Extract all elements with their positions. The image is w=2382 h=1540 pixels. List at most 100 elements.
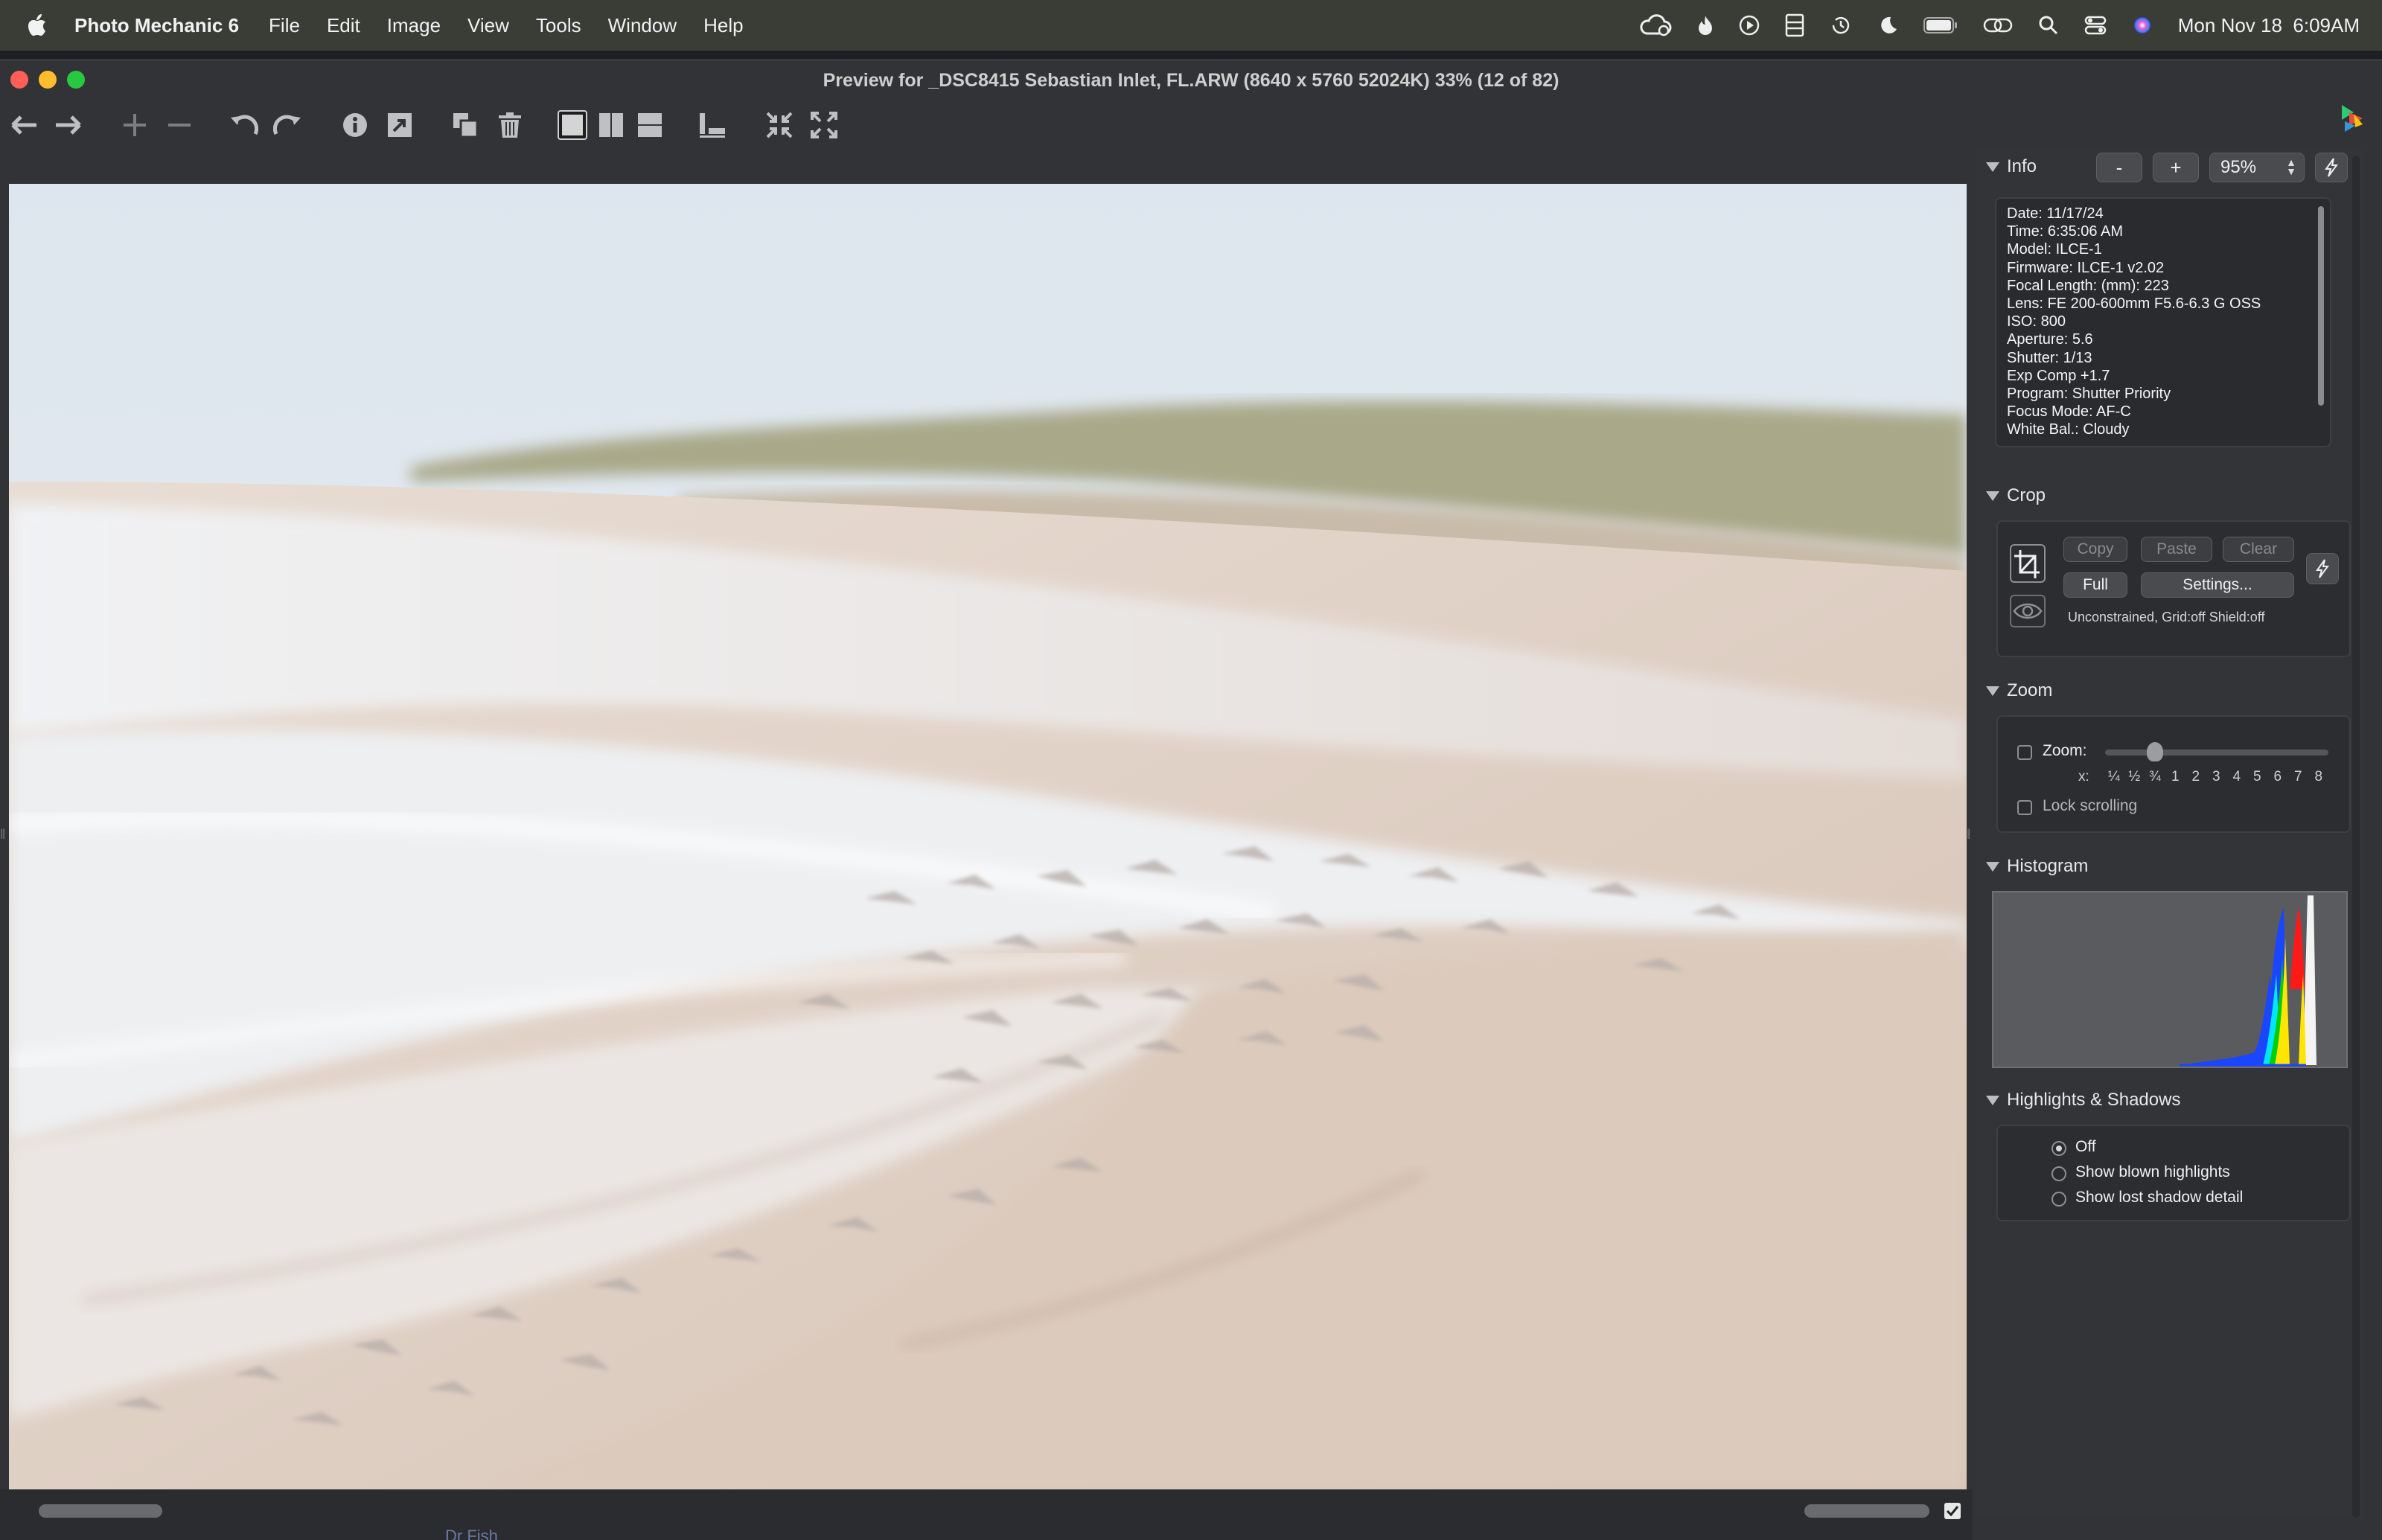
zoom-checkbox[interactable] xyxy=(2017,745,2032,760)
preview-bottom-bar: Dr Fish xyxy=(0,1489,1973,1540)
plus-icon[interactable] xyxy=(116,106,153,144)
siri-icon[interactable] xyxy=(2132,15,2153,36)
side-by-side-icon[interactable] xyxy=(593,106,630,144)
minus-icon[interactable] xyxy=(161,106,198,144)
histogram-section-header[interactable]: Histogram xyxy=(1986,854,2088,879)
highlights-section-header[interactable]: Highlights & Shadows xyxy=(1986,1087,2180,1113)
photo-preview[interactable] xyxy=(9,184,1967,1489)
align-icon[interactable] xyxy=(694,106,731,144)
disclosure-triangle-icon xyxy=(1986,162,1999,172)
crop-tool-icon[interactable] xyxy=(2010,544,2046,583)
clock[interactable]: Mon Nov 18 6:09AM xyxy=(2178,14,2360,37)
crop-section-header[interactable]: Crop xyxy=(1986,483,2046,508)
metadata-line: White Bal.: Cloudy xyxy=(2007,421,2130,438)
info-lightning-button[interactable] xyxy=(2315,153,2348,182)
app-name-menu[interactable]: Photo Mechanic 6 xyxy=(74,14,239,37)
menu-window[interactable]: Window xyxy=(608,14,677,37)
crop-copy-button[interactable]: Copy xyxy=(2063,537,2127,562)
menu-image[interactable]: Image xyxy=(387,14,441,37)
panel-scrollbar[interactable] xyxy=(2352,156,2360,1518)
battery-icon[interactable] xyxy=(1923,16,1958,34)
apple-menu-icon[interactable] xyxy=(0,14,74,36)
disclosure-triangle-icon xyxy=(1986,1095,1999,1105)
zoom-scale-label: 4 xyxy=(2232,769,2241,785)
zoom-box: Zoom: x: ¼½¾12345678 Lock scrolling xyxy=(1996,715,2351,833)
flame-icon[interactable] xyxy=(1697,14,1714,36)
lightning-icon xyxy=(2325,158,2338,177)
lock-scrolling-checkbox[interactable] xyxy=(2017,800,2032,815)
info-icon[interactable] xyxy=(336,106,374,144)
hidden-window-label: Dr Fish xyxy=(445,1527,498,1540)
trash-icon[interactable] xyxy=(491,106,529,144)
info-zoom-out-button[interactable]: - xyxy=(2096,153,2142,182)
left-resize-handle[interactable]: ‖ xyxy=(0,827,6,842)
metadata-line: Focus Mode: AF-C xyxy=(2007,403,2131,421)
metadata-scrollbar[interactable] xyxy=(2318,206,2324,406)
radio-off[interactable] xyxy=(2051,1141,2066,1156)
lock-scrolling-label: Lock scrolling xyxy=(2043,797,2138,814)
horizontal-scrollbar-left[interactable] xyxy=(39,1504,162,1518)
horizontal-scrollbar-right[interactable] xyxy=(1804,1504,1929,1518)
zoom-slider-track[interactable] xyxy=(2105,750,2328,755)
zoom-scale-label: ¾ xyxy=(2148,769,2161,785)
crop-paste-button[interactable]: Paste xyxy=(2141,537,2212,562)
radio-blown-highlights[interactable] xyxy=(2051,1166,2066,1181)
crop-lightning-button[interactable] xyxy=(2306,553,2339,584)
single-view-icon[interactable] xyxy=(554,106,591,144)
crop-clear-button[interactable]: Clear xyxy=(2223,537,2294,562)
info-header-label: Info xyxy=(2007,156,2037,176)
highlights-box: Off Show blown highlights Show lost shad… xyxy=(1996,1125,2351,1221)
menu-help[interactable]: Help xyxy=(703,14,743,37)
metadata-line: Time: 6:35:06 AM xyxy=(2007,223,2123,240)
link-icon[interactable] xyxy=(1983,15,2013,36)
stacked-view-icon[interactable] xyxy=(631,106,668,144)
fit-icon[interactable] xyxy=(761,106,798,144)
control-center-icon[interactable] xyxy=(2084,15,2107,36)
metadata-box[interactable]: Date: 11/17/24 Time: 6:35:06 AM Model: ILC… xyxy=(1995,197,2331,447)
metadata-line: Firmware: ILCE-1 v2.02 xyxy=(2007,259,2165,276)
zoom-section-header[interactable]: Zoom xyxy=(1986,678,2052,703)
menu-view[interactable]: View xyxy=(467,14,509,37)
film-icon[interactable] xyxy=(1785,13,1804,37)
histogram-header-label: Histogram xyxy=(2007,856,2089,876)
search-icon[interactable] xyxy=(2038,15,2059,36)
crop-preview-eye-icon[interactable] xyxy=(2010,595,2046,627)
crop-full-button[interactable]: Full xyxy=(2063,572,2127,598)
panel-splitter[interactable]: ‖ xyxy=(1965,827,1971,842)
crop-settings-button[interactable]: Settings... xyxy=(2141,572,2294,598)
zoom-scale-label: ½ xyxy=(2128,769,2141,785)
zoom-slider-thumb[interactable] xyxy=(2147,742,2163,761)
rotate-right-icon[interactable] xyxy=(269,106,307,144)
info-panel: Info - + 95% ▲ ▼ Date: 11/17/24 Time: 6:35… xyxy=(1976,148,2363,1518)
arrow-left-icon[interactable] xyxy=(6,106,43,144)
window-titlebar: Preview for _DSC8415 Sebastian Inlet, FL… xyxy=(0,60,2382,100)
radio-lost-shadow-label: Show lost shadow detail xyxy=(2075,1189,2244,1206)
zoom-scale-label: 5 xyxy=(2252,769,2261,785)
menu-tools[interactable]: Tools xyxy=(536,14,581,37)
export-icon[interactable] xyxy=(381,106,418,144)
zoom-scale-label: 2 xyxy=(2191,769,2200,785)
menu-edit[interactable]: Edit xyxy=(327,14,360,37)
time-machine-icon[interactable] xyxy=(1830,14,1852,36)
metadata-line: Exp Comp +1.7 xyxy=(2007,367,2110,384)
menu-file[interactable]: File xyxy=(269,14,300,37)
zoom-scale-label: 3 xyxy=(2212,769,2220,785)
radio-lost-shadow[interactable] xyxy=(2051,1192,2066,1207)
duplicate-icon[interactable] xyxy=(447,106,484,144)
fullscreen-icon[interactable] xyxy=(805,106,843,144)
disclosure-triangle-icon xyxy=(1986,861,1999,872)
metadata-line: Program: Shutter Priority xyxy=(2007,386,2171,403)
zoom-scale-label: 8 xyxy=(2314,769,2323,785)
metadata-line: Shutter: 1/13 xyxy=(2007,349,2092,366)
zoom-scale-label: 7 xyxy=(2293,769,2302,785)
moon-icon[interactable] xyxy=(1877,15,1898,36)
rotate-left-icon[interactable] xyxy=(225,106,262,144)
arrow-right-icon[interactable] xyxy=(49,106,86,144)
play-icon[interactable] xyxy=(1739,15,1760,36)
checkmark-icon[interactable] xyxy=(1944,1503,1961,1519)
desktop: Photo Mechanic 6 File Edit Image View To… xyxy=(0,0,2382,1540)
info-section-header[interactable]: Info xyxy=(1986,154,2037,179)
cloud-sync-icon[interactable] xyxy=(1639,14,1672,36)
info-zoom-in-button[interactable]: + xyxy=(2153,153,2199,182)
info-zoom-select[interactable]: 95% ▲ ▼ xyxy=(2209,153,2305,182)
